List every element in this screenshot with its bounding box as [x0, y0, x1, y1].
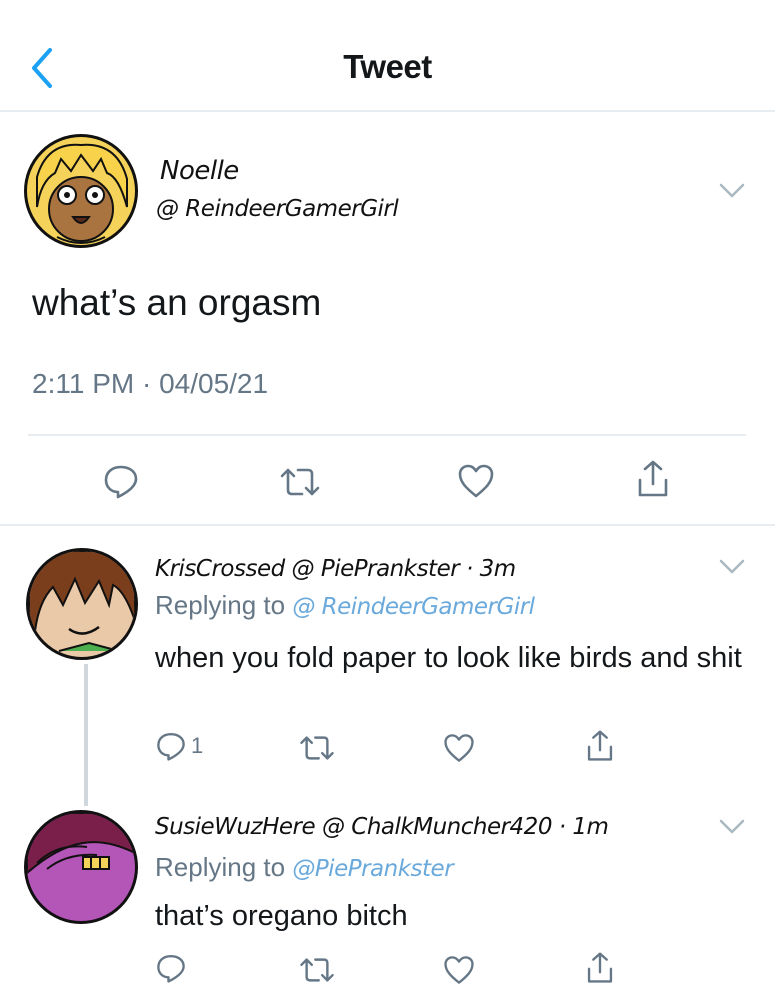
share-icon	[587, 952, 613, 983]
retweet-icon	[300, 958, 334, 982]
share-button[interactable]	[634, 458, 672, 500]
retweet-icon	[280, 468, 320, 496]
replying-to: Replying to @PiePrankster	[155, 852, 454, 883]
heart-icon	[444, 734, 474, 762]
comment-icon	[104, 465, 138, 499]
chevron-down-icon[interactable]	[718, 558, 746, 576]
share-button[interactable]	[584, 728, 616, 764]
heart-icon	[444, 956, 474, 984]
comment-icon	[157, 955, 185, 983]
retweet-button[interactable]	[298, 956, 336, 984]
avatar-susiewuzhere[interactable]	[24, 810, 138, 924]
chevron-down-icon[interactable]	[718, 182, 746, 200]
tweet-text: what’s an orgasm	[32, 282, 322, 323]
avatar-kriscrossed[interactable]	[26, 548, 138, 660]
reply-author-name[interactable]: SusieWuzHere	[155, 814, 316, 840]
divider	[0, 524, 775, 526]
author-handle[interactable]: @ ReindeerGamerGirl	[156, 196, 399, 222]
retweet-button[interactable]	[278, 466, 322, 498]
reply-author-handle[interactable]: @ ChalkMuncher420	[322, 814, 552, 840]
reply-author-handle[interactable]: @ PiePrankster	[292, 556, 460, 582]
top-bar: Tweet	[0, 0, 775, 112]
avatar-noelle[interactable]	[24, 134, 138, 248]
like-button[interactable]	[442, 732, 476, 764]
replying-handle[interactable]: @ ReindeerGamerGirl	[292, 594, 535, 620]
reply-button[interactable]	[102, 462, 140, 500]
replying-handle[interactable]: @PiePrankster	[292, 856, 453, 882]
reply-count: 1	[191, 733, 204, 758]
reply-age: · 3m	[466, 556, 516, 582]
share-icon	[638, 460, 668, 497]
share-button[interactable]	[584, 950, 616, 986]
heart-icon	[458, 464, 494, 498]
reply-author-name[interactable]: KrisCrossed	[155, 556, 285, 582]
retweet-button[interactable]	[298, 734, 336, 762]
reply-header: SusieWuzHere @ ChalkMuncher420 · 1m	[155, 814, 609, 840]
tweet-timestamp[interactable]: 2:11 PM · 04/05/21	[32, 368, 268, 400]
retweet-icon	[300, 736, 334, 760]
reply-button[interactable]: 1	[155, 730, 203, 762]
reply-text: when you fold paper to look like birds a…	[155, 642, 742, 674]
replying-to: Replying to @ ReindeerGamerGirl	[155, 590, 535, 621]
replying-label: Replying to	[155, 852, 286, 882]
chevron-down-icon[interactable]	[718, 818, 746, 836]
like-button[interactable]	[456, 462, 496, 500]
reply-button[interactable]	[155, 952, 191, 984]
reply-age: · 1m	[558, 814, 609, 840]
replying-label: Replying to	[155, 590, 286, 620]
like-button[interactable]	[442, 954, 476, 986]
reply-text: that’s oregano bitch	[155, 900, 408, 932]
author-name[interactable]: Noelle	[160, 156, 239, 186]
comment-icon	[157, 733, 185, 761]
share-icon	[587, 730, 613, 761]
reply-header: KrisCrossed @ PiePrankster · 3m	[155, 556, 516, 582]
page-title: Tweet	[343, 48, 432, 85]
thread-line	[84, 664, 88, 806]
divider	[28, 434, 746, 436]
